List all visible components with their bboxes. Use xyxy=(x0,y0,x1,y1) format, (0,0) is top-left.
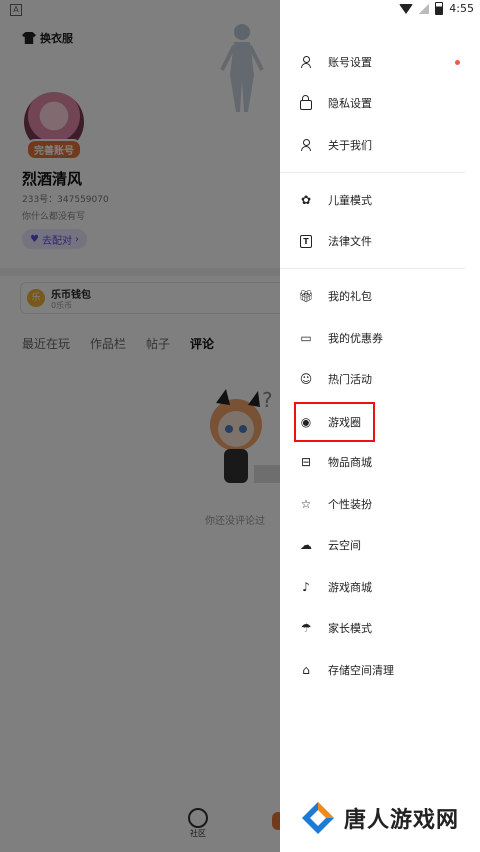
highlight-box xyxy=(294,402,375,442)
menu-divider xyxy=(280,268,465,269)
menu-label: 热门活动 xyxy=(328,373,372,386)
cloud-icon: ☁︎ xyxy=(300,538,312,552)
menu-about-us[interactable]: 关于我们 xyxy=(280,125,480,165)
menu-label: 存储空间清理 xyxy=(328,664,394,677)
watermark: 唐人游戏网 xyxy=(300,800,459,836)
menu-my-gifts[interactable]: 🎁︎ 我的礼包 xyxy=(280,276,480,316)
gift-icon: 🎁︎ xyxy=(298,289,314,303)
menu-label: 云空间 xyxy=(328,539,361,552)
store-icon: ⊟ xyxy=(300,455,312,469)
watermark-text: 唐人游戏网 xyxy=(344,808,460,833)
status-bar: 4:55 xyxy=(399,2,474,15)
signal-icon xyxy=(419,3,430,14)
menu-label: 游戏商城 xyxy=(328,581,372,594)
menu-label: 账号设置 xyxy=(328,56,372,69)
menu-label: 儿童模式 xyxy=(328,194,372,207)
menu-label: 我的礼包 xyxy=(328,290,372,303)
menu-legal-documents[interactable]: T 法律文件 xyxy=(280,221,480,261)
drawer-scrim[interactable] xyxy=(0,0,280,852)
lock-icon xyxy=(299,95,313,110)
wifi-icon xyxy=(399,3,414,14)
menu-label: 我的优惠券 xyxy=(328,332,383,345)
menu-privacy-settings[interactable]: 隐私设置 xyxy=(280,83,480,123)
menu-hot-events[interactable]: ☺ 热门活动 xyxy=(280,359,480,399)
settings-drawer: 4:55 账号设置 隐私设置 关于我们 ✿ 儿童模式 T 法律文件 🎁︎ 我的礼… xyxy=(280,0,480,852)
menu-item-store[interactable]: ⊟ 物品商城 xyxy=(280,442,480,482)
tiktok-icon: ♪ xyxy=(302,580,310,594)
menu-my-coupons[interactable]: ▭ 我的优惠券 xyxy=(280,318,480,358)
menu-label: 家长模式 xyxy=(328,622,372,635)
menu-label: 个性装扮 xyxy=(328,498,372,511)
smile-icon: ☺ xyxy=(299,372,313,386)
person-icon xyxy=(299,55,313,69)
menu-account-settings[interactable]: 账号设置 xyxy=(280,42,480,82)
menu-label: 隐私设置 xyxy=(328,97,372,110)
menu-label: 关于我们 xyxy=(328,139,372,152)
menu-child-mode[interactable]: ✿ 儿童模式 xyxy=(280,180,480,220)
menu-label: 法律文件 xyxy=(328,235,372,248)
menu-storage-cleanup[interactable]: ⌂ 存储空间清理 xyxy=(280,650,480,690)
user-about-icon xyxy=(299,138,313,152)
menu-cloud-space[interactable]: ☁︎ 云空间 xyxy=(280,525,480,565)
menu-game-store[interactable]: ♪ 游戏商城 xyxy=(280,567,480,607)
star-icon: ☆ xyxy=(300,497,312,511)
sprout-icon: ✿ xyxy=(300,193,312,207)
document-icon: T xyxy=(299,234,313,248)
menu-personal-outfit[interactable]: ☆ 个性装扮 xyxy=(280,484,480,524)
watermark-logo-icon xyxy=(302,802,334,834)
battery-icon xyxy=(435,2,444,15)
umbrella-icon: ☂︎ xyxy=(300,621,312,635)
status-time: 4:55 xyxy=(449,2,474,15)
menu-label: 物品商城 xyxy=(328,456,372,469)
menu-divider xyxy=(280,172,465,173)
notification-dot xyxy=(455,59,460,65)
ticket-icon: ▭ xyxy=(300,331,312,345)
broom-icon: ⌂ xyxy=(302,663,310,677)
menu-parent-mode[interactable]: ☂︎ 家长模式 xyxy=(280,608,480,648)
